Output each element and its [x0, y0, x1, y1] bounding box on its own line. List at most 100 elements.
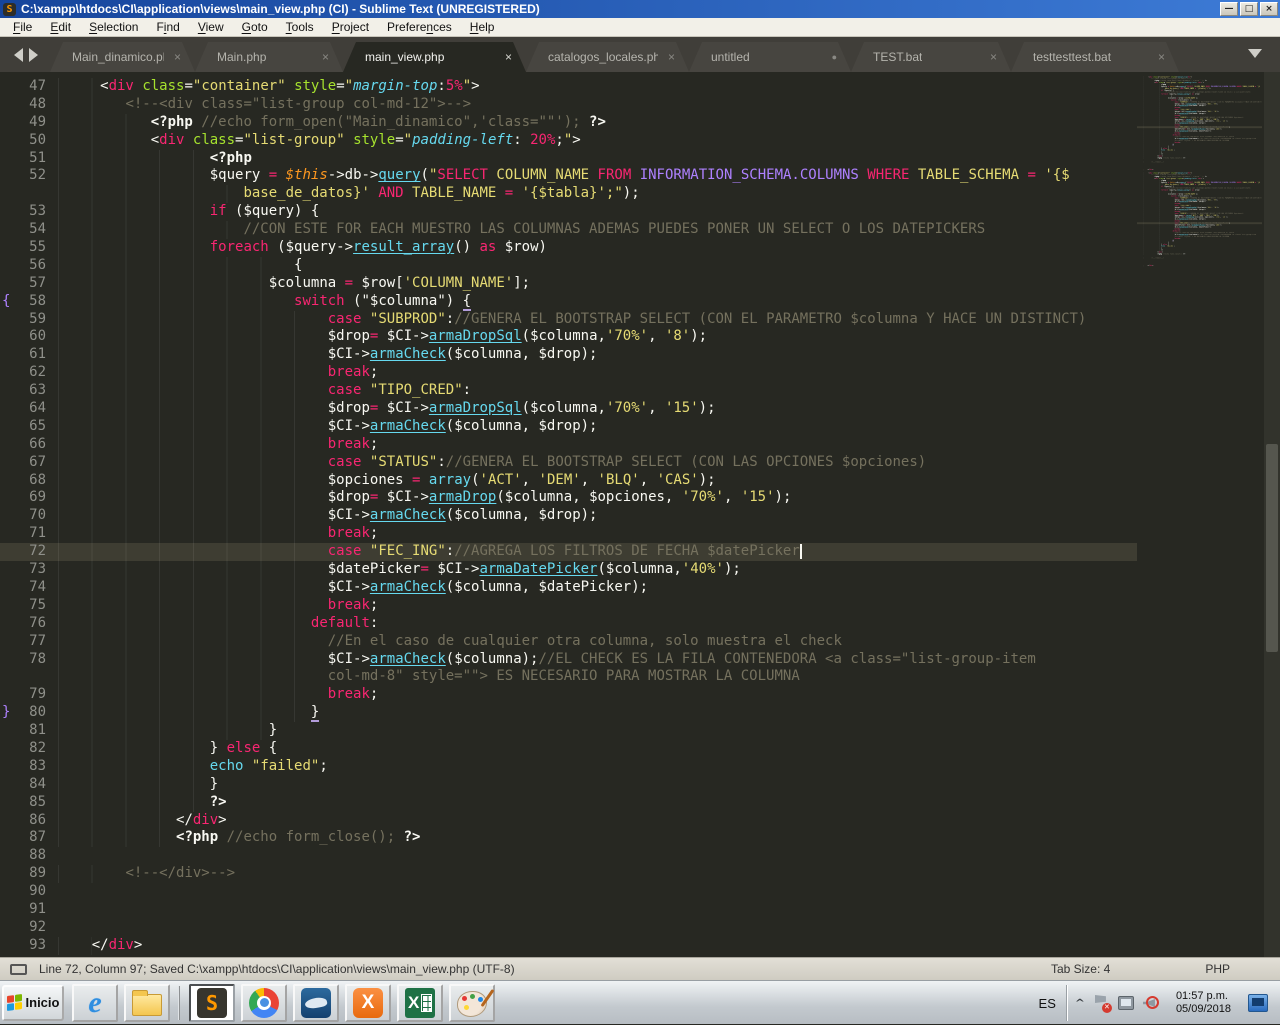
- menu-item-preferences[interactable]: Preferences: [378, 18, 461, 36]
- minimize-icon[interactable]: —: [1220, 2, 1238, 16]
- scrollbar-thumb[interactable]: [1266, 444, 1278, 652]
- code-line-59[interactable]: 59case "SUBPROD"://GENERA EL BOOTSTRAP S…: [0, 311, 1137, 329]
- code-line-91[interactable]: 91: [0, 901, 1137, 919]
- menu-item-help[interactable]: Help: [461, 18, 504, 36]
- code-line-83[interactable]: 83echo "failed";: [0, 758, 1137, 776]
- code-line-56[interactable]: 56{: [0, 257, 1137, 275]
- code-line-67[interactable]: 67case "STATUS"://GENERA EL BOOTSTRAP SE…: [0, 454, 1137, 472]
- code-line-54[interactable]: 54//CON ESTE FOR EACH MUESTRO LAS COLUMN…: [0, 221, 1137, 239]
- code-line-50[interactable]: 50<div class="list-group" style="padding…: [0, 132, 1137, 150]
- mysql-workbench-taskbar-button[interactable]: [293, 984, 339, 1022]
- code-line-wrap[interactable]: base_de_datos}' AND TABLE_NAME = '{$tabl…: [0, 185, 1137, 203]
- network-warning-icon[interactable]: [1118, 996, 1134, 1010]
- code-line-80[interactable]: }80}: [0, 704, 1137, 722]
- code-line-84[interactable]: 84}: [0, 776, 1137, 794]
- sublime-text-taskbar-button[interactable]: S: [189, 984, 235, 1022]
- code-line-52[interactable]: 52$query = $this->db->query("SELECT COLU…: [0, 167, 1137, 185]
- tab-close-icon[interactable]: ×: [505, 50, 512, 64]
- code-line-47[interactable]: 47<div class="container" style="margin-t…: [0, 78, 1137, 96]
- hidden-icons-chevron[interactable]: ^: [1075, 997, 1085, 1008]
- code-line-74[interactable]: 74$CI->armaCheck($columna, $datePicker);: [0, 579, 1137, 597]
- code-line-66[interactable]: 66break;: [0, 436, 1137, 454]
- tab-main_dinamico-php[interactable]: Main_dinamico.php×: [50, 42, 195, 72]
- code-line-76[interactable]: 76default:: [0, 615, 1137, 633]
- code-line-77[interactable]: 77//En el caso de cualquier otra columna…: [0, 633, 1137, 651]
- code-line-57[interactable]: 57$columna = $row['COLUMN_NAME'];: [0, 275, 1137, 293]
- vertical-scrollbar[interactable]: [1264, 72, 1280, 957]
- minimap[interactable]: 47<div class="container" style="margin-t…: [1137, 76, 1262, 951]
- excel-taskbar-button[interactable]: X: [397, 984, 443, 1022]
- menu-item-view[interactable]: View: [189, 18, 233, 36]
- clock[interactable]: 01:57 p.m. 05/09/2018: [1168, 990, 1239, 1016]
- tab-close-icon[interactable]: ×: [668, 50, 675, 64]
- code-area[interactable]: 47<div class="container" style="margin-t…: [1137, 76, 1262, 171]
- code-area[interactable]: 47<div class="container" style="margin-t…: [1137, 172, 1262, 267]
- code-line-78[interactable]: 78$CI->armaCheck($columna);//EL CHECK ES…: [0, 651, 1137, 669]
- action-center-flag-icon[interactable]: [1094, 995, 1109, 1011]
- code-line-68[interactable]: 68$opciones = array('ACT', 'DEM', 'BLQ',…: [0, 472, 1137, 490]
- maximize-icon[interactable]: □: [1240, 2, 1258, 16]
- start-button[interactable]: Inicio: [2, 985, 64, 1021]
- internet-explorer-taskbar-button[interactable]: e: [72, 984, 118, 1022]
- code-editor[interactable]: 47<div class="container" style="margin-t…: [0, 72, 1280, 957]
- code-line-73[interactable]: 73$datePicker= $CI->armaDatePicker($colu…: [0, 561, 1137, 579]
- tab-untitled[interactable]: untitled●: [689, 42, 851, 72]
- code-line-61[interactable]: 61$CI->armaCheck($columna, $drop);: [0, 346, 1137, 364]
- code-line-64[interactable]: 64$drop= $CI->armaDropSql($columna,'70%'…: [0, 400, 1137, 418]
- tab-close-icon[interactable]: ×: [322, 50, 329, 64]
- tab-scroll-left-icon[interactable]: [14, 48, 23, 62]
- paint-taskbar-button[interactable]: [449, 984, 495, 1022]
- tab-catalogos_locales-php[interactable]: catalogos_locales.php×: [526, 42, 689, 72]
- code-line-87[interactable]: 87<?php //echo form_close(); ?>: [0, 829, 1137, 847]
- code-line-63[interactable]: 63case "TIPO_CRED":: [0, 382, 1137, 400]
- code-line-53[interactable]: 53if ($query) {: [0, 203, 1137, 221]
- folder-taskbar-button[interactable]: [124, 984, 170, 1022]
- code-line-75[interactable]: 75break;: [0, 597, 1137, 615]
- chrome-taskbar-button[interactable]: [241, 984, 287, 1022]
- tab-test-bat[interactable]: TEST.bat×: [851, 42, 1011, 72]
- code-line-70[interactable]: 70$CI->armaCheck($columna, $drop);: [0, 507, 1137, 525]
- code-line-81[interactable]: 81}: [0, 722, 1137, 740]
- menu-item-project[interactable]: Project: [323, 18, 378, 36]
- show-desktop-icon[interactable]: [1248, 994, 1268, 1012]
- code-line-79[interactable]: 79break;: [0, 686, 1137, 704]
- code-area[interactable]: 47<div class="container" style="margin-t…: [0, 78, 1137, 955]
- tab-main_view-php[interactable]: main_view.php×: [343, 42, 526, 72]
- menu-item-edit[interactable]: Edit: [41, 18, 80, 36]
- code-line-71[interactable]: 71break;: [0, 525, 1137, 543]
- volume-muted-icon[interactable]: [1143, 995, 1159, 1011]
- code-line-92[interactable]: 92: [0, 919, 1137, 937]
- code-line-62[interactable]: 62break;: [0, 364, 1137, 382]
- status-tab-size[interactable]: Tab Size: 4: [1051, 962, 1110, 976]
- tab-close-icon[interactable]: ×: [174, 50, 181, 64]
- menu-item-goto[interactable]: Goto: [233, 18, 277, 36]
- status-syntax[interactable]: PHP: [1205, 962, 1230, 976]
- tab-scroll-right-icon[interactable]: [29, 48, 38, 62]
- code-line-51[interactable]: 51<?php: [0, 150, 1137, 168]
- tab-close-icon[interactable]: ×: [990, 50, 997, 64]
- code-line-49[interactable]: 49<?php //echo form_open("Main_dinamico"…: [0, 114, 1137, 132]
- code-line-90[interactable]: 90: [0, 883, 1137, 901]
- code-line-82[interactable]: 82} else {: [0, 740, 1137, 758]
- code-line-72[interactable]: 72case "FEC_ING"://AGREGA LOS FILTROS DE…: [0, 543, 1137, 561]
- close-icon[interactable]: ×: [1260, 2, 1278, 16]
- code-line-60[interactable]: 60$drop= $CI->armaDropSql($columna,'70%'…: [0, 328, 1137, 346]
- tab-testtesttest-bat[interactable]: testtesttest.bat×: [1011, 42, 1179, 72]
- language-indicator[interactable]: ES: [1029, 996, 1066, 1011]
- code-line-69[interactable]: 69$drop= $CI->armaDrop($columna, $opcion…: [0, 489, 1137, 507]
- code-line-89[interactable]: 89<!--</div>-->: [0, 865, 1137, 883]
- tab-modified-dot-icon[interactable]: ●: [832, 52, 837, 62]
- code-line-85[interactable]: 85?>: [0, 794, 1137, 812]
- code-line-58[interactable]: {58switch ("$columna") {: [0, 293, 1137, 311]
- code-line-55[interactable]: 55foreach ($query->result_array() as $ro…: [0, 239, 1137, 257]
- code-line-93[interactable]: 93</div>: [0, 937, 1137, 955]
- code-line-wrap[interactable]: col-md-8" style=""> ES NECESARIO PARA MO…: [0, 668, 1137, 686]
- menu-item-tools[interactable]: Tools: [277, 18, 323, 36]
- code-line-65[interactable]: 65$CI->armaCheck($columna, $drop);: [0, 418, 1137, 436]
- tab-close-icon[interactable]: ×: [1158, 50, 1165, 64]
- code-line-86[interactable]: 86</div>: [0, 812, 1137, 830]
- tab-main-php[interactable]: Main.php×: [195, 42, 343, 72]
- menu-item-selection[interactable]: Selection: [80, 18, 147, 36]
- xampp-taskbar-button[interactable]: X: [345, 984, 391, 1022]
- console-icon[interactable]: [10, 964, 27, 975]
